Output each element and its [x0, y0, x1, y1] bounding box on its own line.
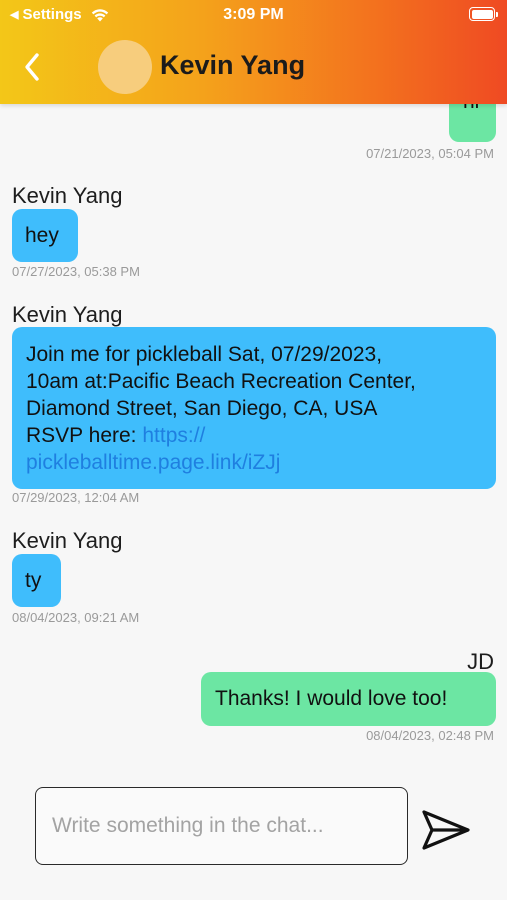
message-text: ty — [25, 569, 42, 592]
message-sender: Kevin Yang — [12, 183, 123, 208]
rsvp-link[interactable]: https:// — [142, 424, 205, 447]
rsvp-link-continued[interactable]: pickleballtime.page.link/iZJj — [26, 449, 496, 476]
message-timestamp: 07/29/2023, 12:04 AM — [12, 490, 140, 505]
message-text-line: Diamond Street, San Diego, CA, USA — [26, 397, 378, 420]
nav-bar: Kevin Yang — [0, 36, 507, 98]
message-bubble: ty — [12, 554, 61, 607]
message-timestamp: 07/21/2023, 05:04 PM — [366, 146, 494, 161]
composer — [0, 764, 507, 900]
back-button[interactable] — [18, 50, 46, 84]
chevron-left-icon — [25, 53, 39, 81]
message-text-line: 10am at:Pacific Beach Recreation Center, — [26, 370, 416, 393]
message-timestamp: 08/04/2023, 09:21 AM — [12, 610, 140, 625]
message-timestamp: 08/04/2023, 02:48 PM — [366, 728, 494, 743]
message-bubble: Join me for pickleball Sat, 07/29/2023, … — [12, 327, 496, 489]
message-timestamp: 07/27/2023, 05:38 PM — [12, 264, 140, 279]
message-sender: Kevin Yang — [12, 302, 123, 327]
message-text: Thanks! I would love too! — [215, 687, 448, 710]
message-sender: Kevin Yang — [12, 528, 123, 553]
message-bubble: hey — [12, 209, 78, 262]
status-bar: ◀ Settings 3:09 PM — [0, 0, 507, 30]
message-text-line: RSVP here: — [26, 424, 143, 447]
message-text-line: Join me for pickleball Sat, 07/29/2023, — [26, 343, 383, 366]
avatar[interactable] — [98, 40, 152, 94]
app-header: ◀ Settings 3:09 PM Kevin Yang — [0, 0, 507, 104]
send-icon — [422, 810, 470, 850]
status-time: 3:09 PM — [223, 6, 284, 23]
message-text: hey — [25, 224, 59, 247]
battery-icon — [469, 7, 498, 21]
send-button[interactable] — [420, 808, 472, 852]
page-title: Kevin Yang — [160, 50, 306, 80]
message-bubble: Thanks! I would love too! — [201, 672, 496, 726]
chat-input[interactable] — [35, 787, 408, 865]
message-list[interactable]: hi 07/21/2023, 05:04 PM Kevin Yang hey 0… — [0, 88, 507, 764]
